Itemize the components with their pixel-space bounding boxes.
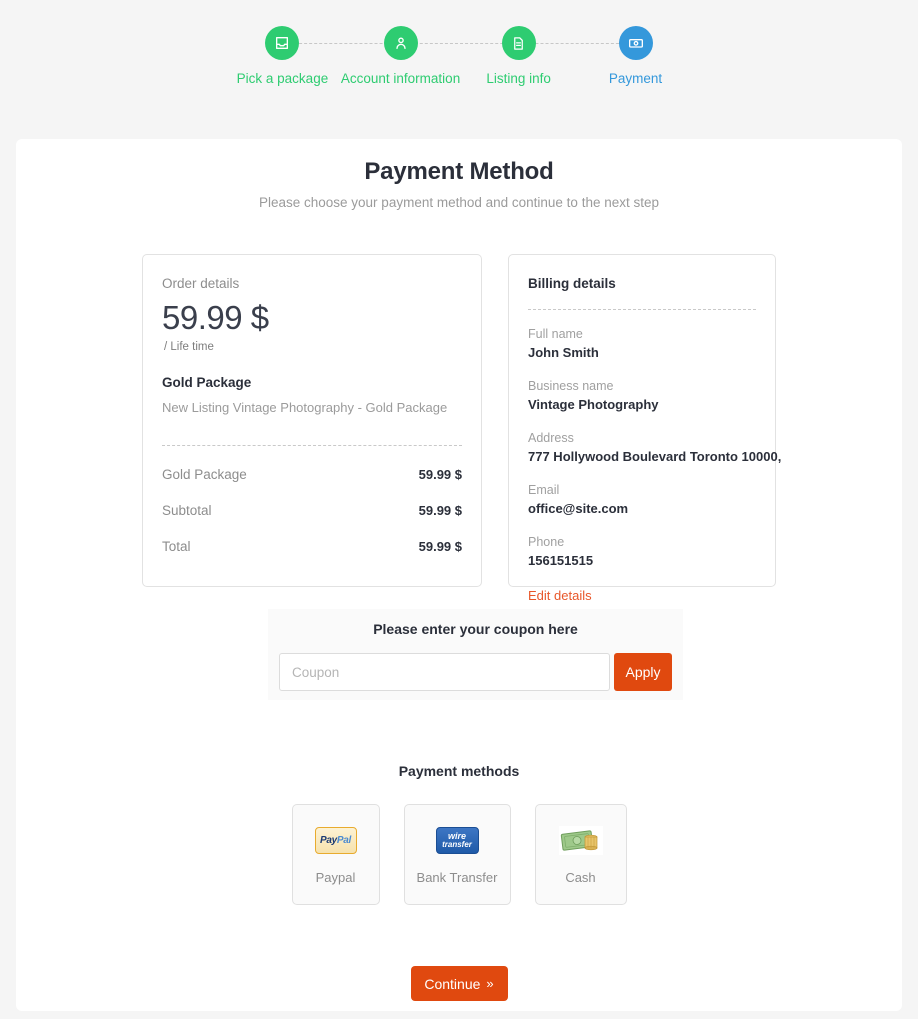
order-line-label: Subtotal — [162, 503, 212, 518]
money-icon — [618, 26, 653, 60]
payment-method-cash[interactable]: Cash — [534, 804, 627, 905]
order-line-item: Subtotal 59.99 $ — [162, 503, 462, 518]
billing-field-label: Email — [528, 483, 560, 497]
progress-stepper: Pick a package Account information Listi… — [0, 0, 918, 87]
details-cards-row: Order details 59.99 $ / Life time Gold P… — [142, 254, 782, 603]
billing-details-heading: Billing details — [528, 276, 616, 291]
billing-field-value: Vintage Photography — [528, 397, 659, 412]
apply-coupon-button[interactable]: Apply — [614, 653, 672, 691]
billing-field-email: Email office@site.com — [528, 482, 756, 518]
user-icon — [383, 26, 418, 60]
payment-method-bank-transfer[interactable]: wire transfer Bank Transfer — [403, 804, 511, 905]
page-subtitle: Please choose your payment method and co… — [258, 195, 659, 210]
stepper-step-pick-a-package[interactable]: Pick a package — [224, 26, 341, 87]
billing-field-label: Phone — [528, 535, 565, 549]
stepper-label-payment: Payment — [608, 71, 663, 86]
billing-field-phone: Phone 156151515 — [528, 534, 756, 570]
billing-field-label: Address — [528, 431, 574, 445]
billing-field-value: office@site.com — [528, 501, 629, 516]
order-line-value: 59.99 $ — [418, 503, 462, 518]
order-line-item: Gold Package 59.99 $ — [162, 467, 462, 482]
page-title: Payment Method — [364, 158, 554, 185]
billing-field-value: 777 Hollywood Boulevard Toronto 10000, — [528, 449, 782, 464]
paypal-logo: Pay Pal — [314, 825, 357, 857]
order-price-period: / Life time — [164, 341, 214, 353]
payment-method-label: Cash — [565, 869, 596, 885]
order-package-name: Gold Package — [162, 375, 252, 390]
stepper-step-account-information[interactable]: Account information — [341, 26, 460, 87]
stepper-step-listing-info[interactable]: Listing info — [460, 26, 577, 87]
billing-field-business-name: Business name Vintage Photography — [528, 378, 756, 414]
order-line-label: Total — [162, 539, 191, 554]
wire-transfer-logo: wire transfer — [435, 825, 479, 857]
billing-field-label: Business name — [528, 379, 614, 393]
order-divider — [162, 445, 462, 446]
billing-divider — [528, 309, 756, 310]
payment-methods-row: Pay Pal Paypal wire transfer Bank Transfer — [16, 804, 902, 905]
payment-panel: Payment Method Please choose your paymen… — [16, 139, 902, 1011]
coupon-section: Please enter your coupon here Apply — [268, 609, 683, 700]
continue-button-label: Continue — [424, 975, 481, 992]
order-line-item: Total 59.99 $ — [162, 539, 462, 554]
payment-method-label: Bank Transfer — [416, 869, 498, 885]
payment-methods-title: Payment methods — [398, 763, 520, 779]
order-details-card: Order details 59.99 $ / Life time Gold P… — [142, 254, 482, 587]
chevron-right-icon: » — [486, 976, 494, 991]
order-line-label: Gold Package — [162, 467, 247, 482]
stepper-step-payment[interactable]: Payment — [577, 26, 694, 87]
coupon-input[interactable] — [279, 653, 610, 691]
continue-button-wrap: Continue » — [16, 966, 902, 1001]
stepper-label-account-information: Account information — [340, 71, 461, 86]
order-details-heading: Order details — [162, 276, 240, 291]
edit-details-link[interactable]: Edit details — [528, 588, 592, 603]
cash-icon — [558, 826, 603, 855]
billing-details-card: Billing details Full name John Smith Bus… — [508, 254, 782, 603]
continue-button[interactable]: Continue » — [410, 966, 508, 1001]
payment-method-label: Paypal — [315, 869, 356, 885]
document-icon — [501, 26, 536, 60]
billing-field-value: John Smith — [528, 345, 599, 360]
order-line-value: 59.99 $ — [418, 539, 462, 554]
order-package-description: New Listing Vintage Photography - Gold P… — [162, 400, 448, 415]
billing-field-value: 156151515 — [528, 553, 594, 568]
billing-field-address: Address 777 Hollywood Boulevard Toronto … — [528, 430, 782, 466]
cash-logo — [558, 825, 603, 857]
stepper-label-listing-info: Listing info — [486, 71, 551, 86]
order-price: 59.99 $ — [162, 299, 269, 336]
inbox-icon — [265, 26, 300, 60]
billing-field-full-name: Full name John Smith — [528, 326, 756, 362]
coupon-title: Please enter your coupon here — [373, 621, 578, 637]
order-line-value: 59.99 $ — [418, 467, 462, 482]
payment-method-paypal[interactable]: Pay Pal Paypal — [291, 804, 380, 905]
stepper-label-pick-a-package: Pick a package — [236, 71, 329, 86]
billing-field-label: Full name — [528, 327, 583, 341]
